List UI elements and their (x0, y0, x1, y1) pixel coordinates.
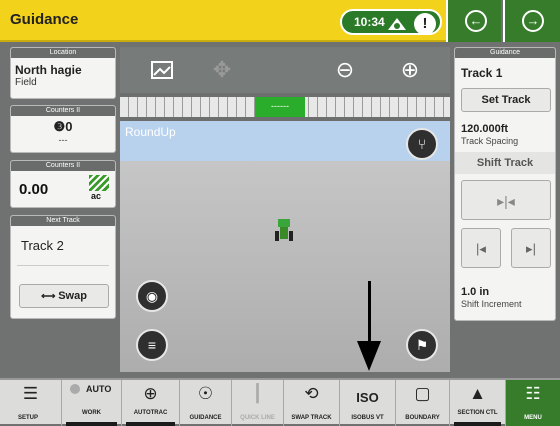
autotrac-label: AUTOTRAC (133, 410, 168, 416)
map-toolbar: ✥ ⊖ ⊕ (120, 47, 450, 93)
guidance-icon: ☉ (197, 384, 214, 403)
shift-left-button[interactable]: |◂ (461, 228, 501, 268)
guidance-button[interactable]: ☉ GUIDANCE (180, 380, 232, 426)
area-icon (89, 175, 109, 191)
layers-icon[interactable] (142, 52, 182, 88)
guidance-head: Guidance (455, 48, 555, 58)
map-viewport[interactable]: ✥ ⊖ ⊕ ------ RoundUp ⑂ ◉ ≡ ⚑ (120, 47, 450, 372)
boundary-icon: ▢ (414, 384, 431, 403)
isobus-vt-label: ISOBUS VT (351, 415, 384, 421)
page-title: Guidance (10, 11, 79, 28)
pointer-arrow-head (357, 341, 381, 371)
counter1-head: Counters II (11, 106, 115, 116)
split-arrow-icon: ⑂ (417, 136, 427, 152)
location-sub: Field (15, 77, 37, 88)
next-track-panel: Next Track Track 2 ⟷ Swap (10, 215, 116, 319)
location-panel[interactable]: Location North hagie Field (10, 47, 116, 99)
setup-label: SETUP (18, 415, 39, 421)
counter2-head: Counters II (11, 161, 115, 171)
product-label: RoundUp (125, 125, 176, 139)
work-label: WORK (82, 410, 101, 416)
set-track-button[interactable]: Set Track (461, 88, 551, 112)
autotrac-status (126, 422, 175, 426)
counter1-value: ❸0 (53, 119, 73, 134)
field-ground (120, 161, 450, 372)
forward-button[interactable]: → (503, 0, 560, 42)
center-shift-icon: ▸|◂ (497, 193, 515, 209)
work-status (66, 422, 117, 426)
list-button[interactable]: ≡ (136, 329, 168, 361)
section-ctl-icon: ▲ (469, 384, 486, 403)
isobus-vt-button[interactable]: ISO ISOBUS VT (340, 380, 396, 426)
arrow-left-icon: ← (465, 10, 487, 32)
boundary-button[interactable]: ▢ BOUNDARY (396, 380, 450, 426)
pan-icon: ✥ (212, 57, 232, 82)
alert-icon[interactable]: ! (414, 13, 436, 35)
setup-icon: ☰ (22, 384, 39, 403)
location-head: Location (11, 48, 115, 58)
list-icon: ≡ (147, 337, 157, 353)
pointer-arrow-line (368, 281, 371, 343)
tractor-icon (275, 217, 293, 245)
view-icon: ◉ (145, 288, 159, 304)
flag-icon: ⚑ (415, 337, 429, 353)
work-auto-label: AUTO (86, 384, 112, 394)
track-name: Track 1 (461, 66, 503, 80)
guidance-label: GUIDANCE (189, 415, 222, 421)
autotrac-button[interactable]: ⊕ AUTOTRAC (122, 380, 180, 426)
menu-grid-icon: ☷ (525, 384, 541, 403)
shift-right-icon: ▸| (526, 241, 536, 256)
quickline-button: ┃ QUICK LINE (232, 380, 284, 426)
lightbar-center: ------ (255, 97, 305, 117)
signal-icon (386, 14, 408, 32)
swap-icon: ⟷ (41, 291, 59, 302)
section-ctl-button[interactable]: ▲ SECTION CTL (450, 380, 506, 426)
setup-button[interactable]: ☰ SETUP (0, 380, 62, 426)
next-track-head: Next Track (11, 216, 115, 226)
counter-panel-1[interactable]: Counters II ❸0 --- (10, 105, 116, 153)
location-name: North hagie (15, 63, 82, 77)
swap-button[interactable]: ⟷ Swap (19, 284, 109, 308)
zoom-in-icon[interactable]: ⊕ (390, 52, 430, 88)
shift-increment-label: Shift Increment (461, 299, 522, 309)
boundary-label: BOUNDARY (405, 415, 440, 421)
flag-button[interactable]: ⚑ (406, 329, 438, 361)
view-mode-button[interactable]: ⑂ (406, 128, 438, 160)
menu-label: MENU (524, 415, 542, 421)
shift-track-label: Shift Track (455, 152, 555, 174)
autotrac-icon: ⊕ (143, 384, 158, 403)
back-button[interactable]: ← (446, 0, 501, 42)
counter-panel-2[interactable]: Counters II 0.00 ac (10, 160, 116, 208)
camera-button[interactable]: ◉ (136, 280, 168, 312)
center-shift-button[interactable]: ▸|◂ (461, 180, 551, 220)
work-indicator-icon (70, 384, 80, 394)
iso-icon: ISO (356, 390, 379, 405)
top-bar: Guidance 10:34 ! (0, 0, 446, 42)
next-track-name: Track 2 (21, 238, 64, 253)
section-ctl-label: SECTION CTL (457, 410, 498, 416)
bottom-bar: ☰ SETUP AUTO WORK ⊕ AUTOTRAC ☉ GUIDANCE … (0, 378, 560, 426)
arrow-right-icon: → (522, 10, 544, 32)
counter2-unit: ac (91, 191, 102, 201)
swap-label: Swap (58, 290, 87, 302)
guidance-panel: Guidance Track 1 Set Track 120.000ft Tra… (454, 47, 556, 321)
quickline-icon: ┃ (252, 384, 263, 403)
section-ctl-status (454, 422, 501, 426)
swap-track-icon: ⟲ (304, 384, 319, 403)
quickline-label: QUICK LINE (240, 415, 275, 421)
shift-increment-value: 1.0 in (461, 286, 490, 298)
spacing-label: Track Spacing (461, 136, 519, 146)
status-pill[interactable]: 10:34 ! (340, 9, 442, 35)
menu-button[interactable]: ☷ MENU (506, 380, 560, 426)
swap-track-button[interactable]: ⟲ SWAP TRACK (284, 380, 340, 426)
shift-right-button[interactable]: ▸| (511, 228, 551, 268)
counter1-sub: --- (58, 135, 68, 145)
work-button[interactable]: AUTO WORK (62, 380, 122, 426)
spacing-value: 120.000ft (461, 123, 509, 135)
shift-left-icon: |◂ (476, 241, 486, 256)
counter2-value: 0.00 (19, 181, 49, 198)
swap-track-label: SWAP TRACK (291, 415, 332, 421)
zoom-out-icon[interactable]: ⊖ (325, 52, 365, 88)
clock-time: 10:34 (354, 15, 385, 29)
